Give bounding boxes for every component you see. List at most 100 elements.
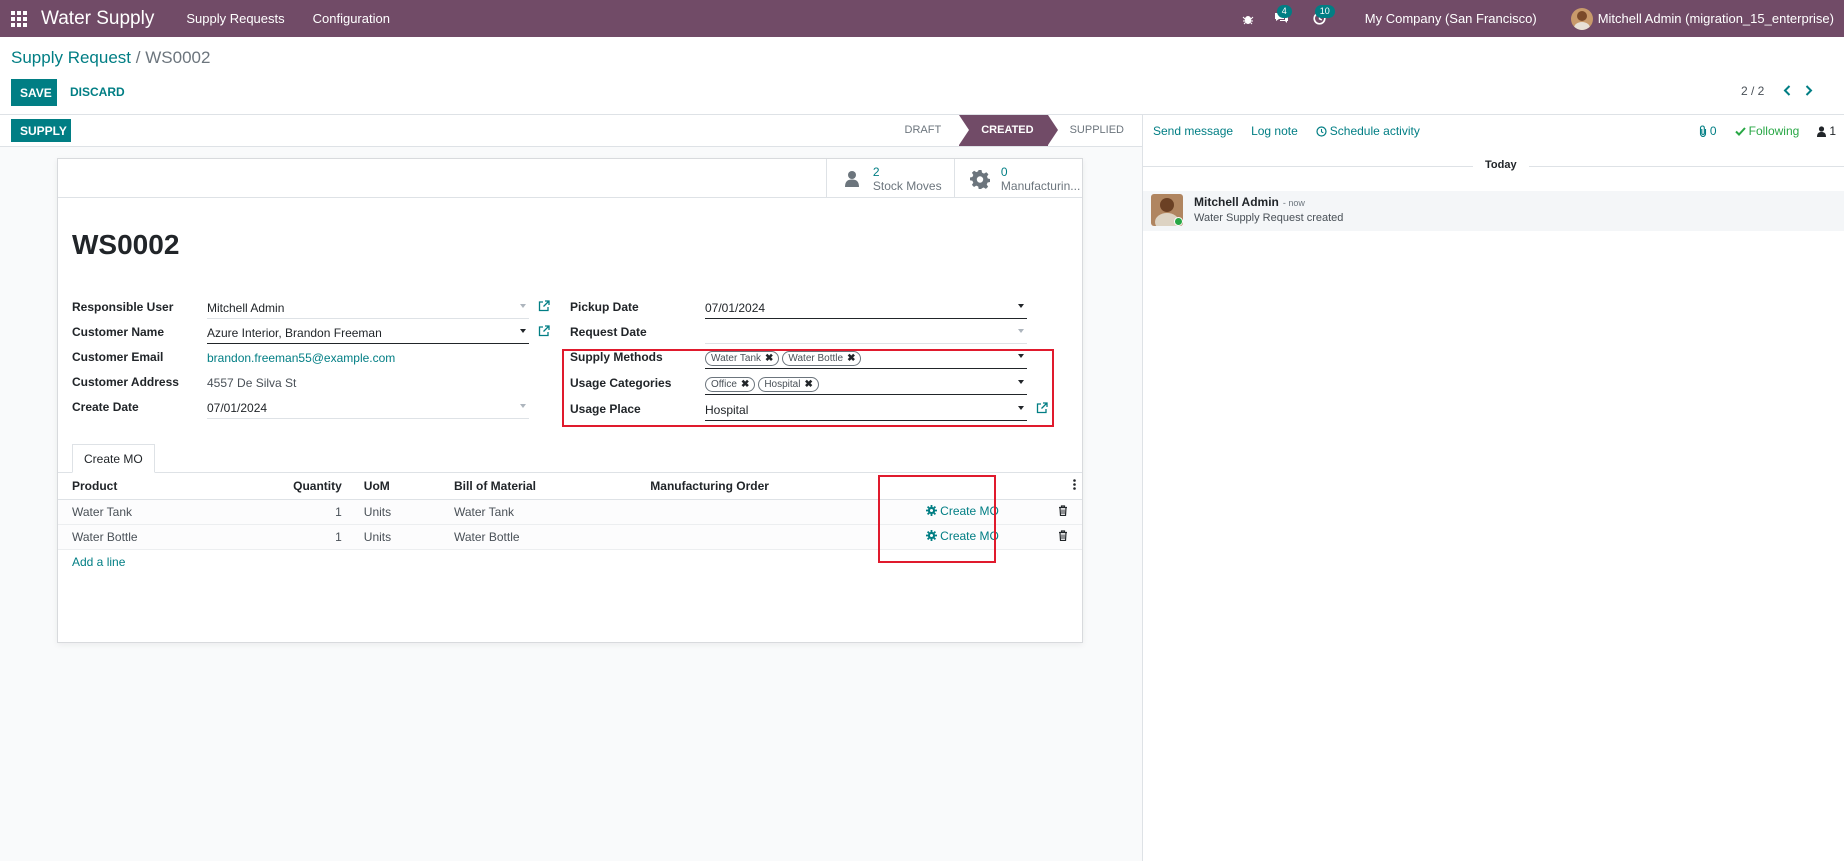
customer-address-value: 4557 De Silva St [207, 376, 297, 390]
form-sheet: 2 Stock Moves 0 Manufacturin... WS0002 R… [57, 158, 1083, 643]
following-button[interactable]: Following [1734, 124, 1800, 138]
record-name: WS0002 [72, 229, 180, 260]
cell-uom[interactable]: Units [350, 524, 440, 549]
apps-menu-icon[interactable] [0, 0, 38, 37]
stage-pipeline: DRAFT CREATED SUPPLIED [887, 115, 1142, 146]
following-label: Following [1748, 124, 1800, 138]
field-customer-email: Customer Email brandon.freeman55@example… [72, 347, 395, 369]
field-label: Customer Name [72, 325, 165, 339]
control-panel: Supply Request / WS0002 SAVE DISCARD 2 /… [0, 37, 1844, 115]
supply-button[interactable]: SUPPLY [11, 119, 71, 142]
highlight-box-create-mo [878, 475, 996, 563]
messages-badge: 4 [1276, 5, 1292, 18]
field-label: Pickup Date [570, 300, 639, 314]
pager-previous-icon[interactable] [1783, 83, 1791, 99]
cell-quantity[interactable]: 1 [270, 499, 350, 524]
column-quantity[interactable]: Quantity [270, 473, 350, 500]
manufacturing-label: Manufacturin... [1000, 178, 1081, 193]
cell-bom[interactable]: Water Tank [440, 499, 636, 524]
manufacturing-smart-button[interactable]: 0 Manufacturin... [954, 159, 1082, 198]
app-name[interactable]: Water Supply [41, 8, 154, 30]
field-label: Customer Email [72, 350, 164, 364]
menu-configuration[interactable]: Configuration [299, 0, 404, 37]
check-icon [1734, 126, 1746, 136]
stage-supplied[interactable]: SUPPLIED [1048, 115, 1142, 146]
customer-email-link[interactable]: brandon.freeman55@example.com [207, 347, 395, 369]
delete-row-trash-icon[interactable] [1058, 504, 1068, 516]
column-bill-of-material[interactable]: Bill of Material [439, 473, 637, 500]
field-pickup-date: Pickup Date 07/01/2024 [570, 297, 1027, 319]
highlight-box-fields [562, 349, 1054, 427]
breadcrumb: Supply Request / WS0002 [11, 48, 210, 68]
schedule-activity-button[interactable]: Schedule activity [1316, 124, 1420, 138]
cell-product[interactable]: Water Tank [58, 499, 270, 524]
company-switcher[interactable]: My Company (San Francisco) [1365, 11, 1537, 26]
field-label: Responsible User [72, 300, 174, 314]
field-value: Azure Interior, Brandon Freeman [207, 326, 382, 340]
create-date-input[interactable]: 07/01/2024 [207, 397, 529, 419]
field-customer-address: Customer Address 4557 De Silva St [72, 372, 296, 394]
menu-supply-requests[interactable]: Supply Requests [172, 0, 298, 37]
manufacturing-count: 0 [1000, 164, 1008, 179]
log-note-button[interactable]: Log note [1251, 124, 1298, 138]
message-author[interactable]: Mitchell Admin [1194, 195, 1279, 209]
field-label: Request Date [570, 325, 647, 339]
send-message-button[interactable]: Send message [1153, 124, 1233, 138]
attachments-button[interactable]: 0 [1699, 124, 1717, 138]
chevron-down-icon[interactable] [1018, 304, 1024, 308]
cell-mo[interactable] [636, 524, 912, 549]
column-options-icon[interactable] [1039, 473, 1082, 500]
activities-clock-icon[interactable]: 10 [1301, 0, 1339, 37]
column-uom[interactable]: UoM [349, 473, 440, 500]
chatter-message: Mitchell Admin - now Water Supply Request… [1143, 191, 1844, 231]
message-body: Water Supply Request created [1194, 212, 1344, 224]
pager-value[interactable]: 2 / 2 [1741, 84, 1764, 98]
customer-name-input[interactable]: Azure Interior, Brandon Freeman [207, 322, 529, 344]
field-value: Mitchell Admin [207, 301, 285, 315]
gear-icon [969, 169, 992, 189]
add-a-line-link[interactable]: Add a line [72, 555, 125, 569]
chatter-topbar: Send message Log note Schedule activity … [1143, 115, 1844, 147]
cell-bom[interactable]: Water Bottle [440, 524, 636, 549]
cell-product[interactable]: Water Bottle [58, 524, 270, 549]
cell-mo[interactable] [636, 499, 912, 524]
responsible-user-input[interactable]: Mitchell Admin [207, 297, 529, 319]
save-button[interactable]: SAVE [11, 79, 57, 106]
paperclip-icon [1699, 125, 1706, 137]
cell-quantity[interactable]: 1 [270, 524, 350, 549]
request-date-input[interactable] [705, 322, 1027, 344]
stock-moves-smart-button[interactable]: 2 Stock Moves [826, 159, 954, 198]
pickup-date-input[interactable]: 07/01/2024 [705, 297, 1027, 319]
stage-created[interactable]: CREATED [959, 115, 1058, 146]
external-link-icon[interactable] [538, 300, 550, 312]
top-navbar: Water Supply Supply Requests Configurati… [0, 0, 1844, 37]
chevron-down-icon[interactable] [520, 329, 526, 333]
messages-icon[interactable]: 4 [1263, 0, 1301, 37]
discard-button[interactable]: DISCARD [70, 85, 125, 99]
column-manufacturing-order[interactable]: Manufacturing Order [636, 473, 913, 500]
chevron-down-icon[interactable] [520, 404, 526, 408]
breadcrumb-separator: / [135, 48, 141, 67]
user-menu[interactable]: Mitchell Admin (migration_15_enterprise) [1570, 7, 1834, 30]
date-separator-label: Today [1473, 159, 1529, 171]
stage-draft[interactable]: DRAFT [887, 115, 960, 146]
breadcrumb-parent[interactable]: Supply Request [11, 48, 131, 67]
column-product[interactable]: Product [58, 473, 271, 500]
cell-uom[interactable]: Units [350, 499, 440, 524]
external-link-icon[interactable] [538, 325, 550, 337]
chevron-down-icon[interactable] [1018, 329, 1024, 333]
field-create-date: Create Date 07/01/2024 [72, 397, 529, 419]
delete-row-trash-icon[interactable] [1058, 529, 1068, 541]
pager-next-icon[interactable] [1805, 83, 1813, 99]
tab-create-mo[interactable]: Create MO [72, 444, 155, 473]
online-status-icon [1174, 217, 1183, 226]
field-label: Create Date [72, 400, 139, 414]
field-value: 07/01/2024 [207, 401, 268, 415]
field-customer-name: Customer Name Azure Interior, Brandon Fr… [72, 322, 529, 344]
debug-bug-icon[interactable] [1233, 0, 1263, 37]
user-name: Mitchell Admin (migration_15_enterprise) [1597, 11, 1834, 26]
chevron-down-icon[interactable] [520, 304, 526, 308]
pager: 2 / 2 [1741, 83, 1813, 99]
followers-button[interactable]: 1 [1817, 124, 1836, 138]
field-label: Customer Address [72, 375, 179, 389]
